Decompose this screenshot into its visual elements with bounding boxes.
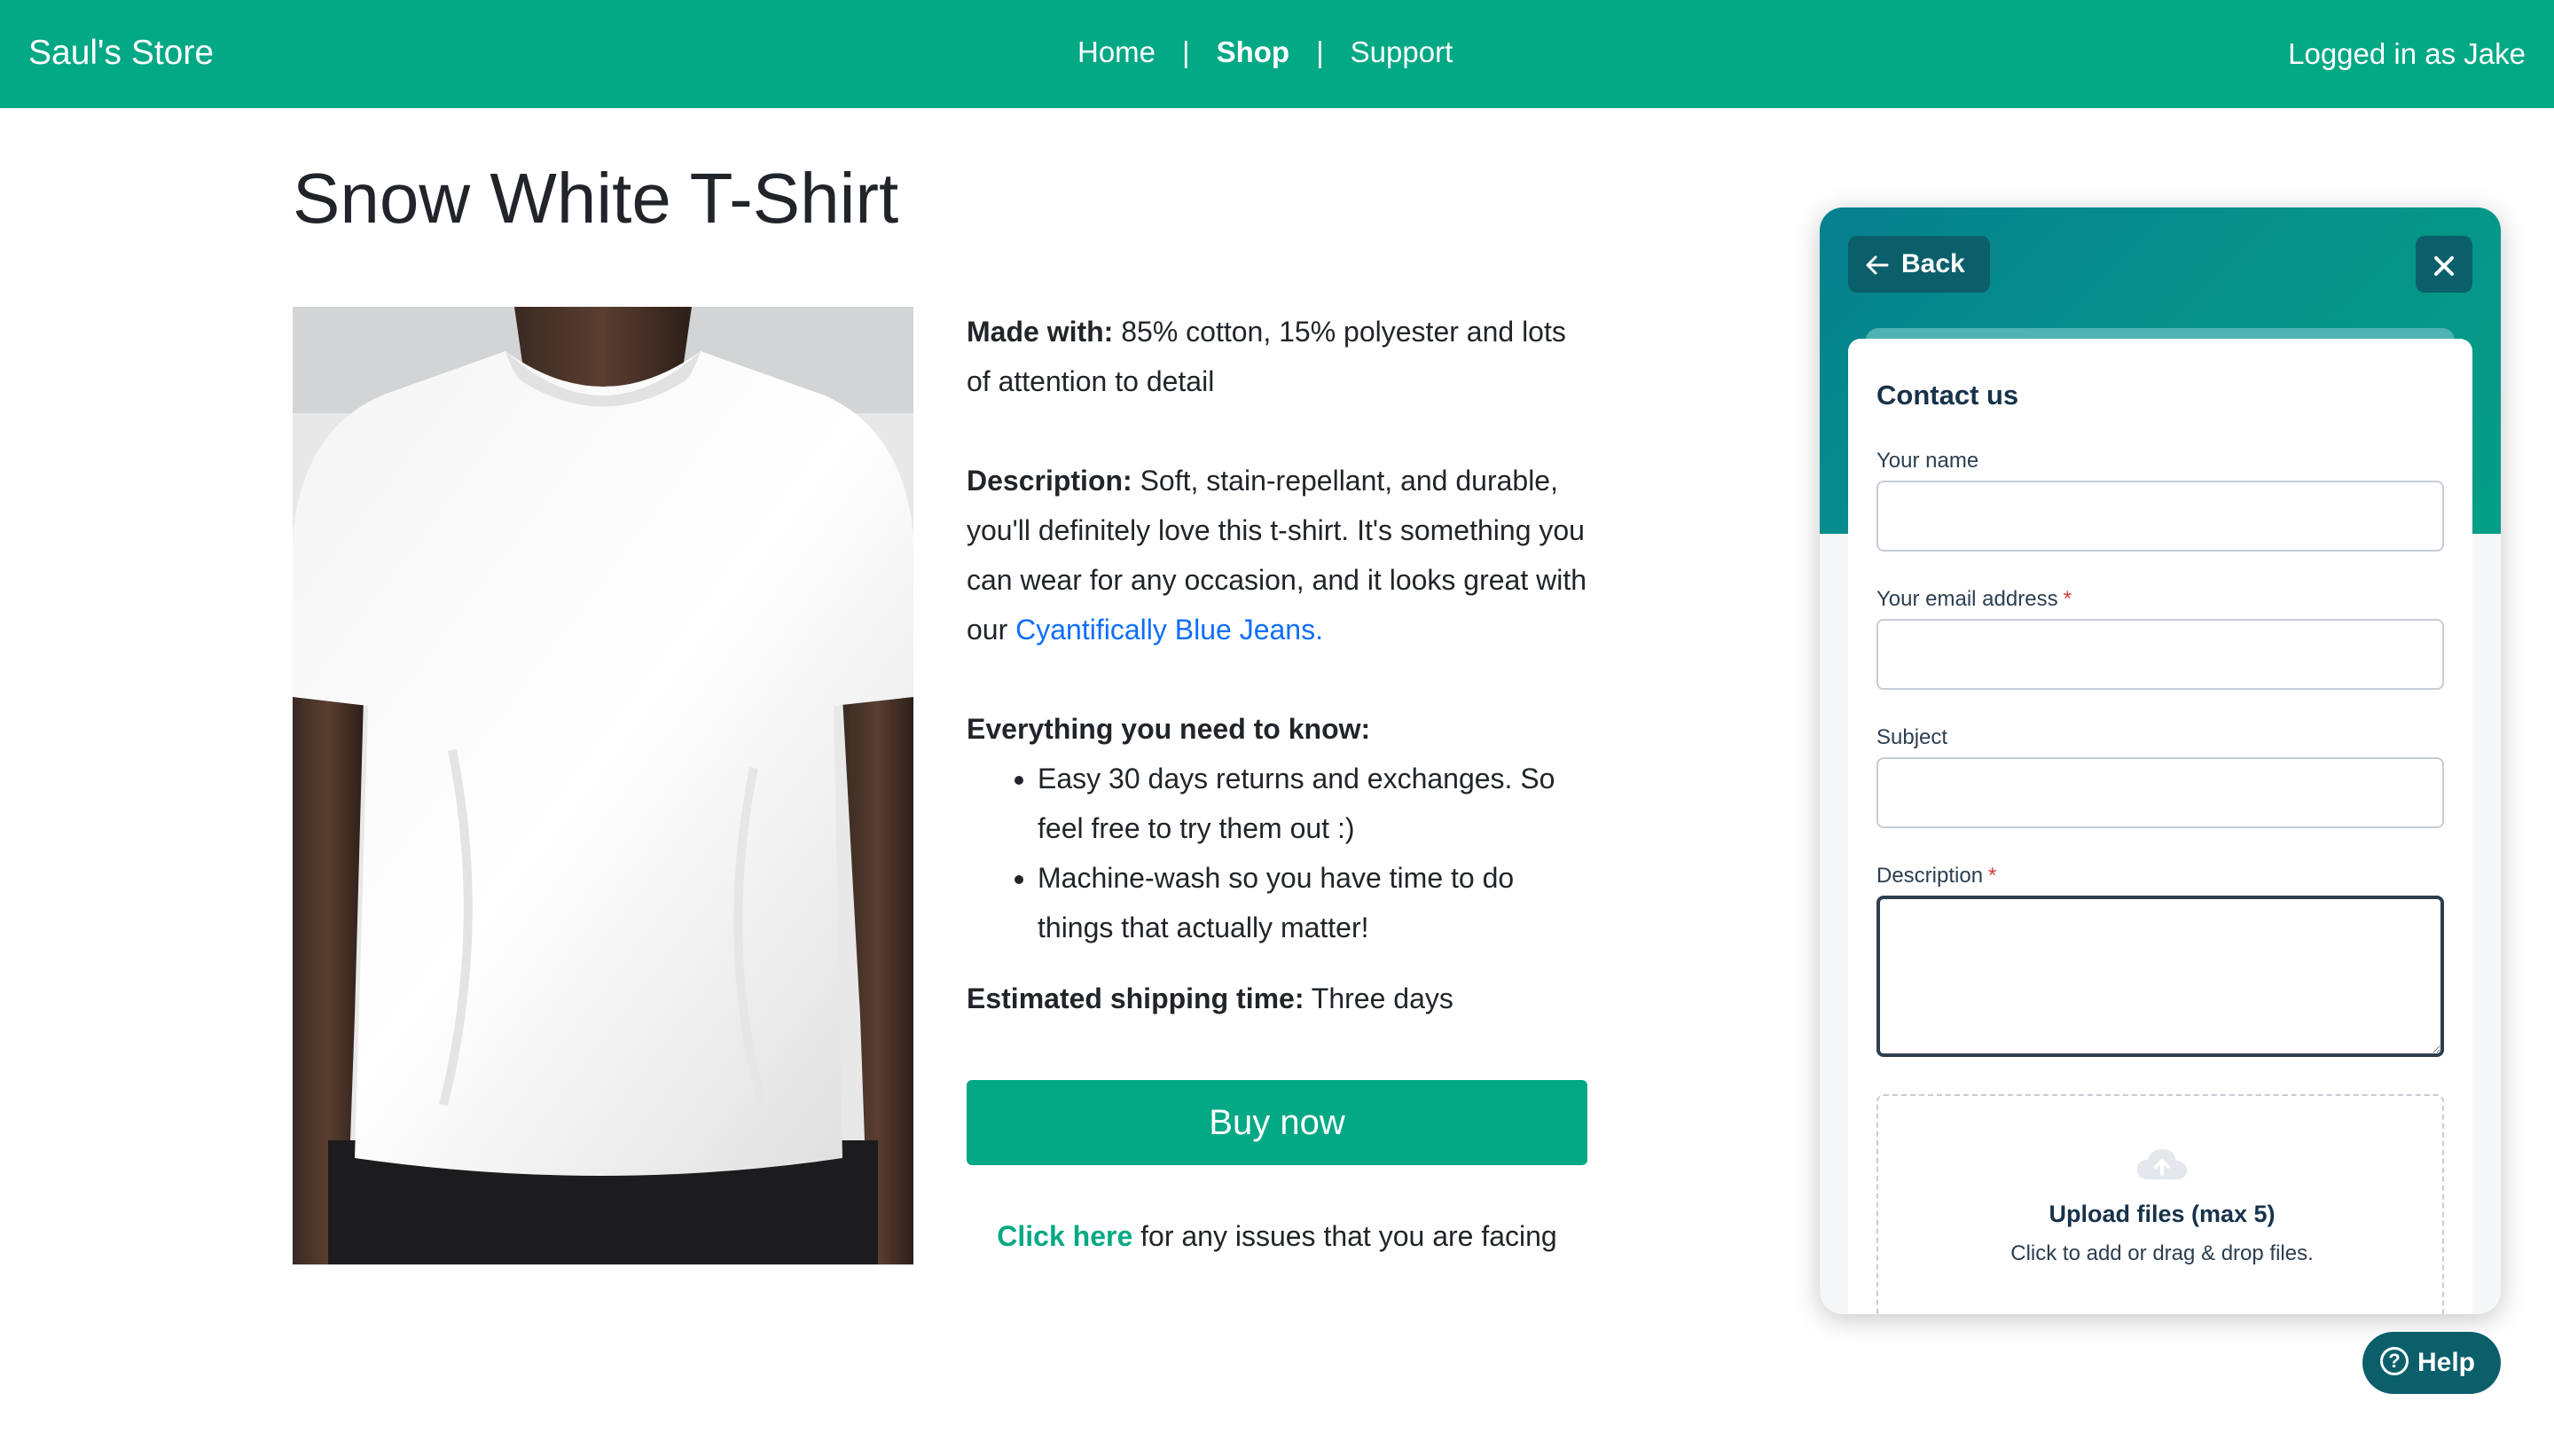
description-field[interactable] (1876, 896, 2444, 1057)
back-label: Back (1901, 249, 1965, 278)
product-title: Snow White T-Shirt (293, 159, 899, 238)
field-label: Description (1876, 864, 1984, 888)
made-with: Made with: 85% cotton, 15% polyester and… (967, 307, 1587, 406)
click-here-link[interactable]: Click here (997, 1220, 1132, 1252)
nav-separator: | (1316, 35, 1324, 68)
product-image (293, 307, 913, 1264)
upload-dropzone[interactable]: Upload files (max 5) Click to add or dra… (1876, 1094, 2444, 1314)
list-item: Easy 30 days returns and exchanges. So f… (1038, 754, 1587, 853)
nav-home[interactable]: Home (1077, 35, 1156, 69)
arrow-left-icon (1866, 249, 1889, 279)
nav-shop[interactable]: Shop (1217, 35, 1289, 69)
help-button[interactable]: ? Help (2362, 1332, 2501, 1394)
contact-form: Contact us Your name Your email address *… (1848, 339, 2472, 1314)
tshirt-illustration (293, 307, 913, 1264)
close-icon (2433, 244, 2456, 285)
contact-widget: Back Contact us Your name Your email add… (1820, 207, 2501, 1314)
buy-now-button[interactable]: Buy now (967, 1080, 1587, 1165)
required-marker: * (2063, 587, 2072, 611)
top-navbar: Saul's Store Home | Shop | Support Logged in… (0, 0, 2554, 108)
close-button[interactable] (2416, 236, 2472, 293)
need-to-know-list: Easy 30 days returns and exchanges. So f… (1038, 754, 1587, 952)
upload-title: Upload files (max 5) (2049, 1201, 2276, 1227)
field-label: Your email address (1876, 587, 2058, 611)
need-to-know-label: Everything you need to know: (967, 713, 1371, 745)
required-marker: * (1988, 864, 1997, 888)
cloud-upload-icon (2137, 1149, 2187, 1179)
name-label: Your name (1876, 449, 1978, 474)
field-label: Subject (1876, 725, 1948, 749)
store-brand[interactable]: Saul's Store (28, 34, 214, 73)
shipping-label: Estimated shipping time: (967, 982, 1304, 1014)
made-with-label: Made with: (967, 316, 1114, 348)
shipping-time: Estimated shipping time: Three days (967, 974, 1587, 1023)
product-details: Made with: 85% cotton, 15% polyester and… (967, 307, 1587, 1073)
email-field[interactable] (1876, 619, 2444, 690)
jeans-link[interactable]: Cyantifically Blue Jeans. (1015, 614, 1323, 646)
question-icon: ? (2380, 1347, 2409, 1376)
form-title: Contact us (1876, 380, 2019, 411)
back-button[interactable]: Back (1848, 236, 1990, 293)
description-field-label: Description * (1876, 864, 1996, 888)
nav-support[interactable]: Support (1351, 35, 1453, 69)
issues-line: Click here for any issues that you are f… (967, 1220, 1587, 1253)
name-field[interactable] (1876, 481, 2444, 552)
nav-separator: | (1182, 35, 1190, 68)
description-label: Description: (967, 465, 1132, 497)
email-label: Your email address * (1876, 587, 2072, 612)
subject-label: Subject (1876, 725, 1947, 750)
need-to-know: Everything you need to know: Easy 30 day… (967, 704, 1587, 952)
field-label: Your name (1876, 449, 1979, 473)
help-label: Help (2417, 1347, 2476, 1377)
issues-text: for any issues that you are facing (1132, 1220, 1557, 1252)
upload-subtitle: Click to add or drag & drop files. (2010, 1241, 2314, 1265)
description: Description: Soft, stain-repellant, and … (967, 456, 1587, 654)
user-status: Logged in as Jake (2288, 37, 2526, 70)
subject-field[interactable] (1876, 757, 2444, 828)
shipping-value: Three days (1304, 982, 1453, 1014)
list-item: Machine-wash so you have time to do thin… (1038, 853, 1587, 952)
